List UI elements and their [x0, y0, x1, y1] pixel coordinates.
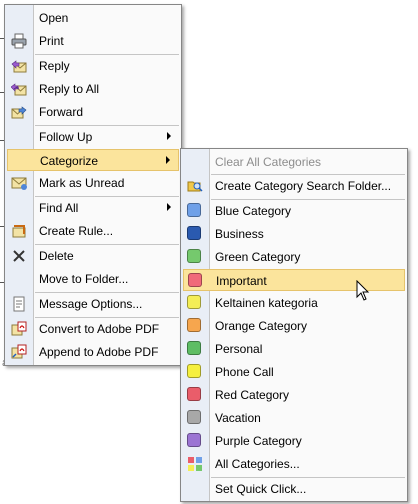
menu-item-label: Clear All Categories [215, 155, 322, 169]
menu-item-quick-click[interactable]: Set Quick Click... [183, 478, 405, 500]
category-blue[interactable]: Blue Category [183, 200, 405, 222]
category-important[interactable]: Important [183, 269, 405, 291]
gray-swatch-icon [187, 410, 201, 424]
menu-item-label: Set Quick Click... [215, 482, 307, 496]
menu-item-delete[interactable]: Delete [7, 245, 179, 267]
pdf-icon [11, 321, 27, 337]
search-folder-icon [187, 178, 203, 194]
menu-item-label: Reply [39, 59, 70, 73]
menu-item-label: Move to Folder... [39, 272, 129, 286]
menu-item-find-all[interactable]: Find All [7, 197, 179, 219]
menu-item-label: Append to Adobe PDF [39, 345, 159, 359]
dark-blue-swatch-icon [187, 226, 201, 240]
menu-item-label: Vacation [215, 411, 261, 425]
menu-item-label: Orange Category [215, 319, 308, 333]
menu-item-label: Business [215, 227, 264, 241]
reply-all-icon [10, 81, 27, 97]
menu-item-label: Personal [215, 342, 263, 356]
category-phone-call[interactable]: Phone Call [183, 361, 405, 383]
menu-item-label: Blue Category [215, 204, 292, 218]
red-swatch-icon [187, 387, 201, 401]
forward-icon [11, 104, 27, 120]
category-vacation[interactable]: Vacation [183, 407, 405, 429]
category-keltainen[interactable]: Keltainen kategoria [183, 292, 405, 314]
rule-icon [11, 223, 27, 239]
menu-item-label: Create Category Search Folder... [215, 179, 392, 193]
menu-item-reply-all[interactable]: Reply to All [7, 78, 179, 100]
submenu-arrow-icon [167, 203, 171, 211]
menu-item-label: Convert to Adobe PDF [39, 322, 160, 336]
menu-item-label: Phone Call [215, 365, 274, 379]
yellow-swatch-icon [187, 364, 201, 378]
menu-item-label: Keltainen kategoria [215, 296, 318, 310]
menu-item-label: Red Category [215, 388, 290, 402]
context-menu: Open Print Reply Reply to All Forward Fo… [4, 4, 182, 366]
orange-swatch-icon [187, 318, 201, 332]
categorize-submenu: Clear All Categories Create Category Sea… [180, 148, 408, 502]
category-business[interactable]: Business [183, 223, 405, 245]
envelope-icon [11, 175, 27, 191]
open-icon [11, 10, 27, 26]
menu-item-mark-unread[interactable]: Mark as Unread [7, 172, 179, 194]
menu-item-clear-all: Clear All Categories [183, 151, 405, 173]
folder-icon [11, 271, 27, 287]
menu-item-print[interactable]: Print [7, 30, 179, 52]
submenu-arrow-icon [166, 156, 170, 164]
yellow-swatch-icon [187, 295, 201, 309]
category-red[interactable]: Red Category [183, 384, 405, 406]
menu-item-label: Delete [39, 249, 74, 263]
mouse-cursor-icon [356, 280, 370, 301]
menu-item-create-search[interactable]: Create Category Search Folder... [183, 175, 405, 197]
reply-icon [11, 58, 27, 74]
menu-item-label: Message Options... [39, 297, 143, 311]
menu-item-label: Print [39, 34, 64, 48]
delete-icon [11, 248, 27, 264]
menu-item-label: Reply to All [39, 82, 100, 96]
menu-item-label: Follow Up [39, 130, 93, 144]
menu-item-categorize[interactable]: Categorize [7, 149, 179, 171]
purple-swatch-icon [187, 433, 201, 447]
menu-item-move-folder[interactable]: Move to Folder... [7, 268, 179, 290]
red-swatch-icon [188, 273, 202, 287]
category-personal[interactable]: Personal [183, 338, 405, 360]
menu-item-label: Create Rule... [39, 224, 114, 238]
menu-item-label: Green Category [215, 250, 301, 264]
printer-icon [11, 33, 27, 49]
submenu-arrow-icon [167, 132, 171, 140]
menu-item-label: Purple Category [215, 434, 302, 448]
menu-item-label: All Categories... [215, 457, 300, 471]
menu-item-all-categories[interactable]: All Categories... [183, 453, 405, 475]
categories-grid-icon [187, 456, 203, 472]
menu-item-append-pdf[interactable]: Append to Adobe PDF [7, 341, 179, 363]
menu-item-label: Mark as Unread [39, 176, 125, 190]
menu-item-message-options[interactable]: Message Options... [7, 293, 179, 315]
menu-item-label: Forward [39, 105, 84, 119]
menu-item-follow-up[interactable]: Follow Up [7, 126, 179, 148]
green-swatch-icon [187, 249, 201, 263]
options-icon [11, 296, 27, 312]
menu-item-label: Categorize [40, 154, 99, 168]
menu-item-reply[interactable]: Reply [7, 55, 179, 77]
menu-item-label: Important [216, 274, 267, 288]
menu-item-create-rule[interactable]: Create Rule... [7, 220, 179, 242]
blue-swatch-icon [187, 203, 201, 217]
menu-item-label: Open [39, 11, 69, 25]
menu-item-forward[interactable]: Forward [7, 101, 179, 123]
green-swatch-icon [187, 341, 201, 355]
pdf-append-icon [11, 344, 27, 360]
menu-item-label: Find All [39, 201, 79, 215]
menu-item-open[interactable]: Open [7, 7, 179, 29]
category-orange[interactable]: Orange Category [183, 315, 405, 337]
category-purple[interactable]: Purple Category [183, 430, 405, 452]
menu-item-convert-pdf[interactable]: Convert to Adobe PDF [7, 318, 179, 340]
category-green[interactable]: Green Category [183, 246, 405, 268]
